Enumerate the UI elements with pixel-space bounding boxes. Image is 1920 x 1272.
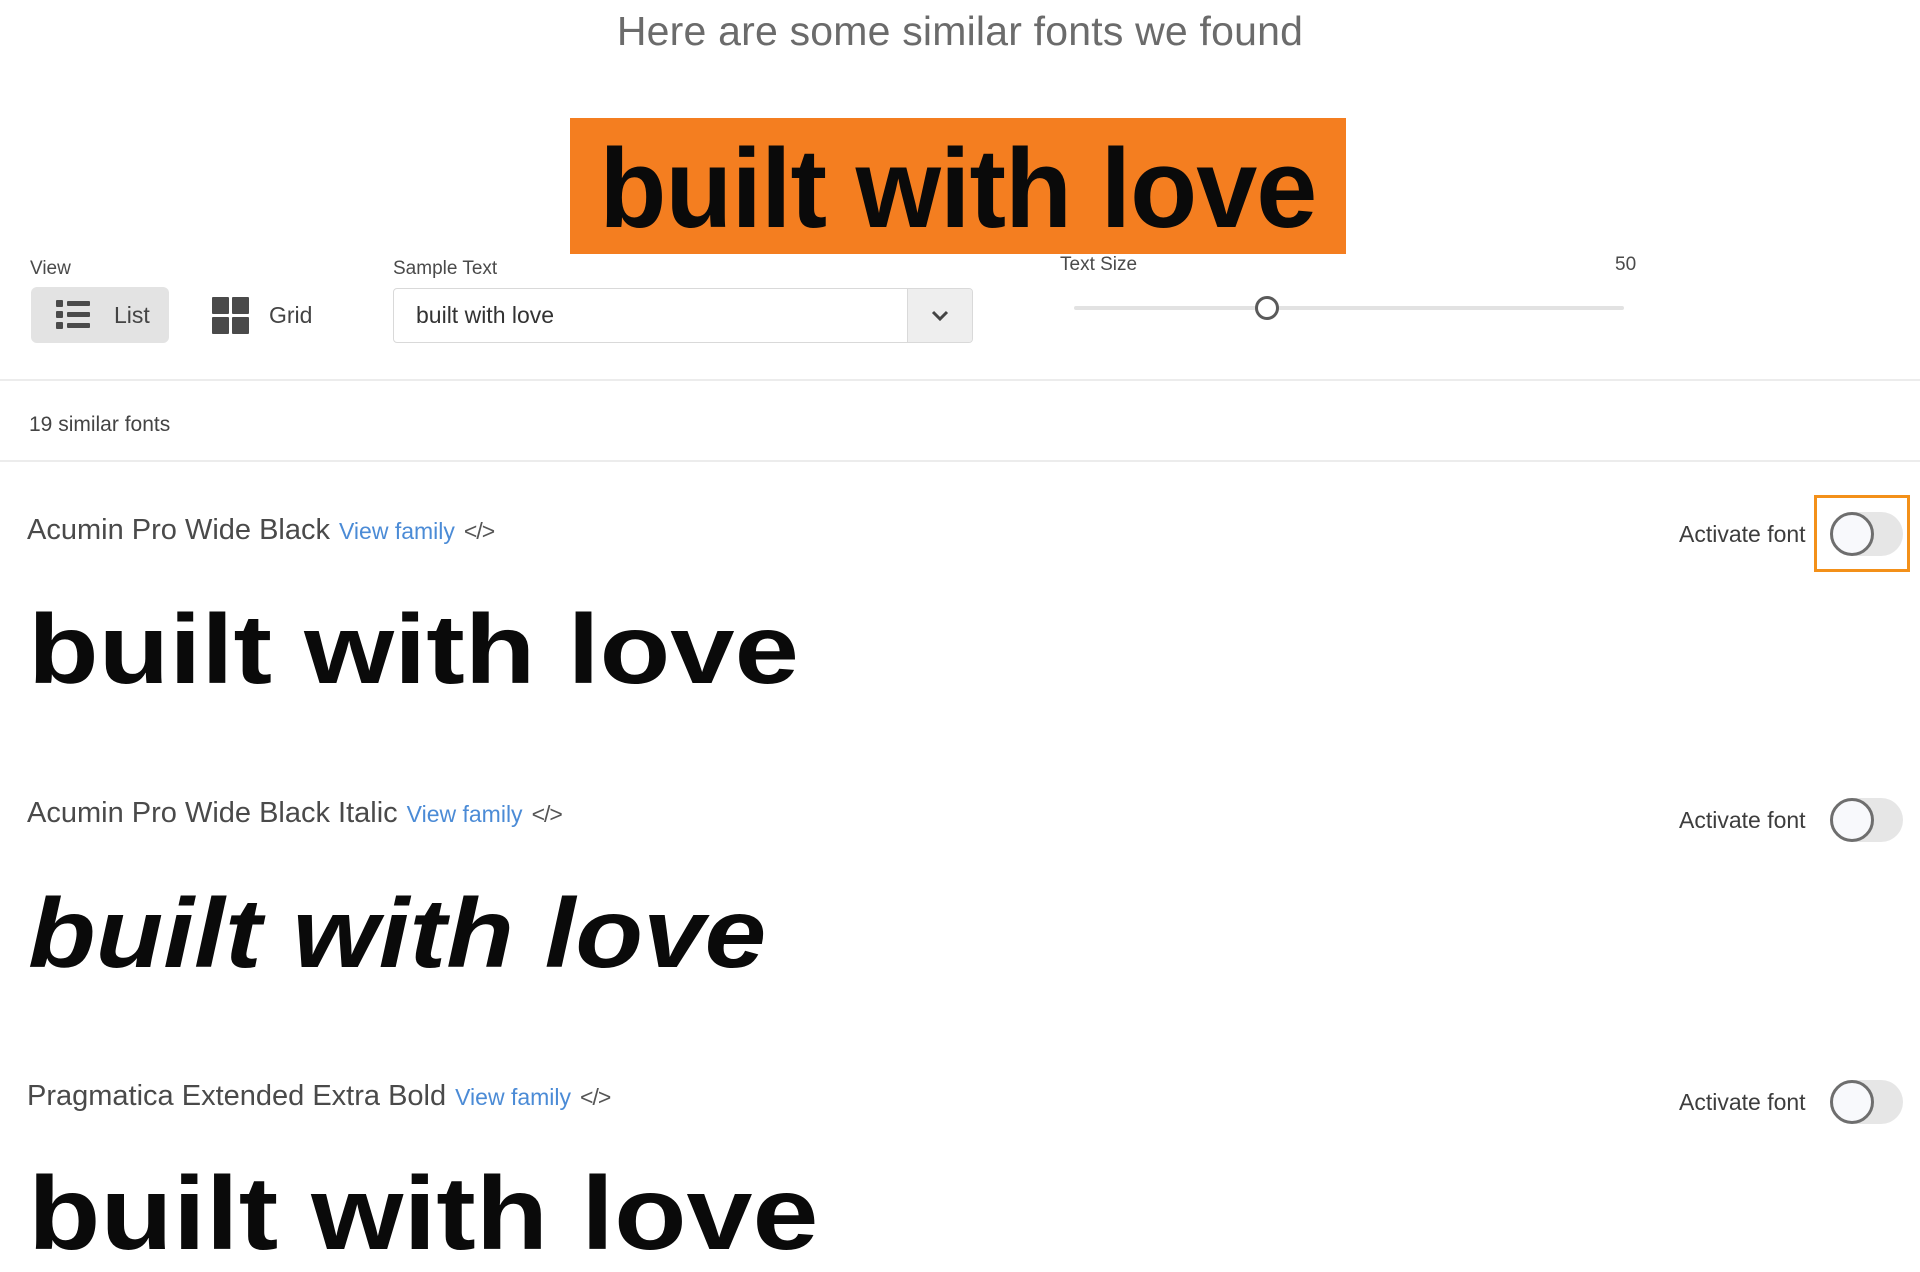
sample-text-dropdown-button[interactable] [907,289,972,342]
font-specimen: built with love [28,594,799,704]
font-row-header: Acumin Pro Wide Black View family </> [27,514,495,547]
view-list-label: List [114,301,150,328]
sample-text-value[interactable]: built with love [394,302,907,329]
font-specimen: built with love [28,1156,819,1272]
toggle-knob [1829,798,1874,842]
font-name: Acumin Pro Wide Black [27,514,330,546]
view-grid-label: Grid [269,301,313,328]
embed-code-icon[interactable]: </> [532,801,563,828]
view-list-button[interactable]: List [31,287,169,343]
reference-text: built with love [599,126,1317,251]
page-title: Here are some similar fonts we found [616,8,1304,54]
results-count: 19 similar fonts [29,413,171,436]
text-size-value: 50 [1615,254,1637,275]
embed-code-icon[interactable]: </> [580,1084,611,1111]
font-specimen: built with love [28,878,767,988]
activate-font-label: Activate font [1679,1088,1806,1115]
activate-font-toggle[interactable] [1829,1080,1903,1124]
font-row-header: Acumin Pro Wide Black Italic View family… [27,797,563,830]
activate-font-control: Activate font [1679,798,1903,842]
embed-code-icon[interactable]: </> [464,518,495,545]
font-name: Acumin Pro Wide Black Italic [27,797,398,829]
chevron-down-icon [931,310,949,321]
divider [0,460,1920,462]
reference-image: built with love [570,118,1346,254]
font-row-header: Pragmatica Extended Extra Bold View fami… [27,1080,611,1113]
sample-text-select[interactable]: built with love [393,288,973,343]
font-name: Pragmatica Extended Extra Bold [27,1080,447,1112]
text-size-label: Text Size [1060,254,1138,275]
view-family-link[interactable]: View family [407,801,523,828]
sample-text-label: Sample Text [393,258,498,279]
divider [0,379,1920,381]
view-family-link[interactable]: View family [339,518,455,545]
focus-highlight [1814,495,1910,572]
activate-font-toggle[interactable] [1829,798,1903,842]
view-family-link[interactable]: View family [455,1084,571,1111]
activate-font-label: Activate font [1679,806,1806,833]
activate-font-control: Activate font [1679,1080,1903,1124]
list-icon [56,299,90,331]
activate-font-label: Activate font [1679,520,1806,547]
text-size-slider-track[interactable] [1074,306,1624,310]
view-label: View [30,258,71,279]
text-size-slider-thumb[interactable] [1254,296,1279,320]
view-grid-button[interactable]: Grid [200,287,320,343]
toggle-knob [1829,1080,1874,1124]
grid-icon [212,296,249,334]
